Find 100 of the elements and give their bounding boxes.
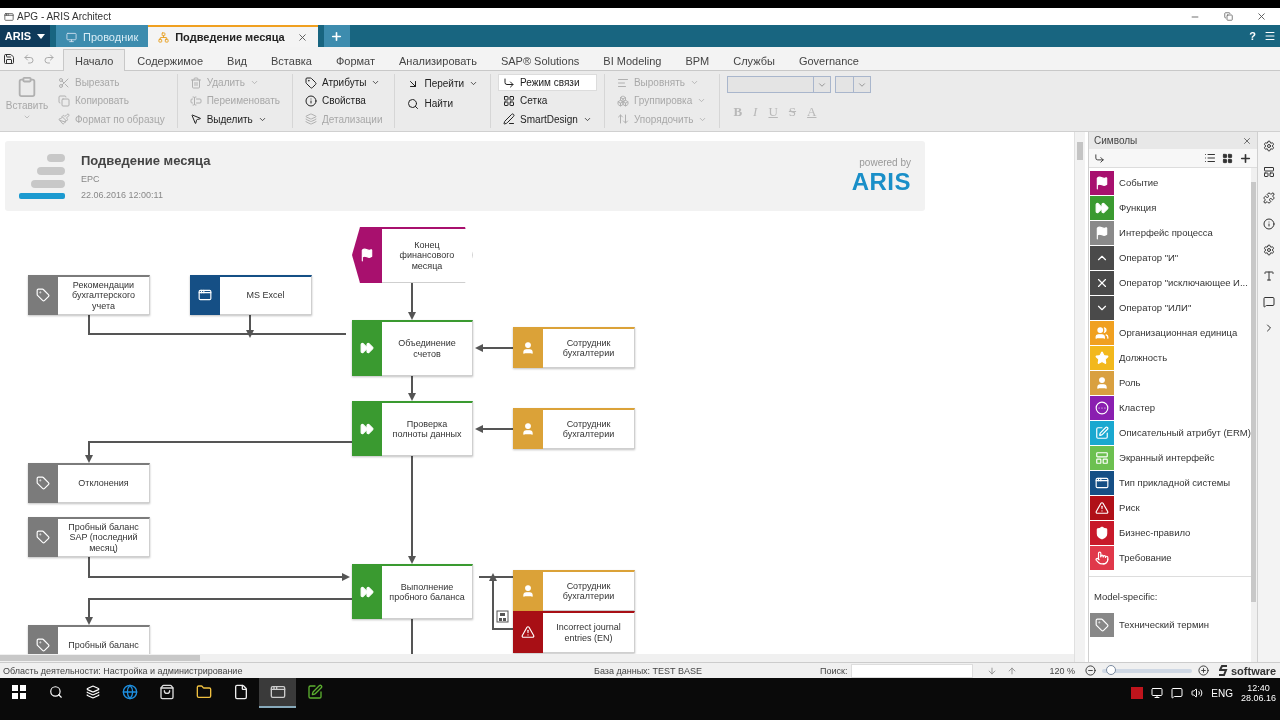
symbol-swatch[interactable]	[1090, 420, 1115, 445]
symbol-label[interactable]: Технический термин	[1119, 619, 1209, 630]
ribbon-button[interactable]: Найти	[402, 94, 484, 113]
symbol-swatch[interactable]	[1090, 345, 1115, 370]
symbol-swatch[interactable]	[1090, 495, 1115, 520]
close-icon[interactable]	[296, 31, 308, 43]
symbol-label[interactable]: Тип прикладной системы	[1119, 477, 1231, 488]
ribbon-tab[interactable]: Содержимое	[125, 49, 216, 71]
symbol-label[interactable]: Риск	[1119, 502, 1140, 513]
symbol-label[interactable]: Должность	[1119, 352, 1168, 363]
align-icon	[616, 76, 629, 89]
symbol-swatch[interactable]	[1090, 520, 1115, 545]
slider-thumb[interactable]	[1106, 664, 1116, 675]
help-text[interactable]: ?	[1249, 25, 1256, 47]
symbol-label[interactable]: Кластер	[1119, 402, 1155, 413]
connector-arrow	[408, 375, 416, 401]
search-icon	[48, 685, 63, 699]
symbol-label[interactable]: Организационная единица	[1119, 327, 1238, 338]
close-icon[interactable]	[1242, 135, 1253, 146]
symbol-label[interactable]: Функция	[1119, 202, 1157, 213]
symbol-swatch[interactable]	[1090, 445, 1115, 470]
zoom-out-icon[interactable]	[1085, 665, 1096, 676]
warning-icon	[521, 625, 535, 639]
node-label: Пробный баланс	[68, 640, 139, 651]
symbol-swatch[interactable]	[1090, 470, 1115, 495]
ribbon-button[interactable]: Режим связи	[498, 74, 597, 92]
ribbon-tab[interactable]: SAP® Solutions	[488, 49, 592, 71]
symbol-label[interactable]: Оператор "исключающее И...	[1119, 277, 1248, 288]
info-icon[interactable]	[1263, 218, 1275, 230]
symbol-swatch[interactable]	[1090, 270, 1115, 295]
symbol-label[interactable]: Интерфейс процесса	[1119, 227, 1213, 238]
star-icon	[1095, 350, 1110, 365]
gear-icon[interactable]	[1263, 244, 1275, 256]
layout-icon[interactable]	[1263, 166, 1275, 178]
symbol-swatch[interactable]	[1090, 320, 1115, 345]
ribbon-button[interactable]: Свойства	[300, 92, 388, 110]
clock[interactable]: 12:40 28.06.16	[1240, 683, 1276, 703]
symbol-swatch[interactable]	[1090, 295, 1115, 320]
app-icon	[306, 684, 323, 700]
symbol-label[interactable]: Оператор "И"	[1119, 252, 1179, 263]
symbol-label[interactable]: Бизнес-правило	[1119, 527, 1191, 538]
menu-icon[interactable]	[1264, 30, 1276, 42]
save-icon[interactable]	[3, 53, 15, 65]
ribbon-tab[interactable]: Анализировать	[387, 49, 489, 71]
ribbon-tab[interactable]: Governance	[786, 49, 871, 71]
symbol-label[interactable]: Роль	[1119, 377, 1141, 388]
fast-forward-icon	[360, 584, 374, 599]
ribbon-tab[interactable]: Формат	[323, 49, 387, 71]
ribbon-button[interactable]: Сетка	[498, 92, 597, 110]
tag-icon	[1095, 617, 1110, 632]
search-field[interactable]	[851, 663, 974, 678]
language-indicator[interactable]: ENG	[1211, 687, 1233, 699]
symbol-swatch[interactable]	[1090, 195, 1115, 220]
ribbon-button[interactable]: Атрибуты	[300, 74, 388, 92]
symbol-swatch[interactable]	[1090, 545, 1115, 570]
symbol-swatch[interactable]	[1090, 370, 1115, 395]
ribbon-tab[interactable]: Вид	[215, 49, 259, 71]
ribbon-tab[interactable]: BI Modeling	[591, 49, 674, 71]
ribbon-tab[interactable]: Начало	[63, 49, 126, 71]
ribbon-button[interactable]: Выделить	[184, 110, 285, 128]
zoom-in-icon[interactable]	[1198, 665, 1209, 676]
message-icon[interactable]	[1171, 687, 1184, 699]
symbol-swatch[interactable]	[1090, 220, 1115, 245]
node-label: Incorrect journal entries (EN)	[555, 622, 622, 643]
monitor-icon[interactable]	[1151, 687, 1164, 699]
ribbon-tab[interactable]: Вставка	[259, 49, 324, 71]
symbol-swatch[interactable]	[1090, 612, 1115, 637]
warning-icon	[1095, 500, 1110, 515]
chevron-icon	[469, 79, 479, 88]
connector-icon[interactable]	[1094, 152, 1106, 164]
ribbon-button[interactable]: Перейти	[402, 74, 484, 93]
gear-icon[interactable]	[1263, 140, 1275, 152]
zoom-slider[interactable]	[1102, 668, 1192, 673]
ribbon-tab[interactable]: Службы	[721, 49, 787, 71]
tray-app-icon[interactable]	[1131, 687, 1144, 699]
symbol-swatch[interactable]	[1090, 245, 1115, 270]
taskbar-app-button[interactable]	[259, 678, 296, 708]
document-tab[interactable]: Подведение месяца	[148, 25, 318, 47]
vertical-scrollbar[interactable]	[1074, 132, 1086, 662]
symbol-label[interactable]: Событие	[1119, 177, 1159, 188]
comment-icon[interactable]	[1263, 296, 1275, 308]
symbol-label[interactable]: Требование	[1119, 552, 1172, 563]
ribbon-button[interactable]: SmartDesign	[498, 110, 597, 128]
list-icon[interactable]	[1204, 152, 1217, 164]
symbol-label[interactable]: Описательный атрибут (ERM)	[1119, 427, 1251, 438]
new-tab-button[interactable]	[323, 25, 350, 47]
plus-icon[interactable]	[1239, 151, 1253, 165]
speaker-icon[interactable]	[1191, 687, 1204, 699]
symbol-swatch[interactable]	[1090, 395, 1115, 420]
puzzle-icon[interactable]	[1263, 192, 1275, 204]
text-icon[interactable]	[1263, 270, 1275, 282]
aris-menu-button[interactable]: ARIS	[0, 25, 50, 47]
grid-icon[interactable]	[1222, 152, 1234, 164]
ribbon-tab[interactable]: BPM	[673, 49, 722, 71]
symbol-label[interactable]: Оператор "ИЛИ"	[1119, 302, 1192, 313]
vertical-scrollbar[interactable]	[1250, 168, 1258, 662]
horizontal-scrollbar[interactable]	[0, 654, 1075, 662]
symbol-label[interactable]: Экранный интерфейс	[1119, 452, 1215, 463]
symbol-swatch[interactable]	[1090, 170, 1115, 195]
hand-icon	[1095, 550, 1110, 565]
